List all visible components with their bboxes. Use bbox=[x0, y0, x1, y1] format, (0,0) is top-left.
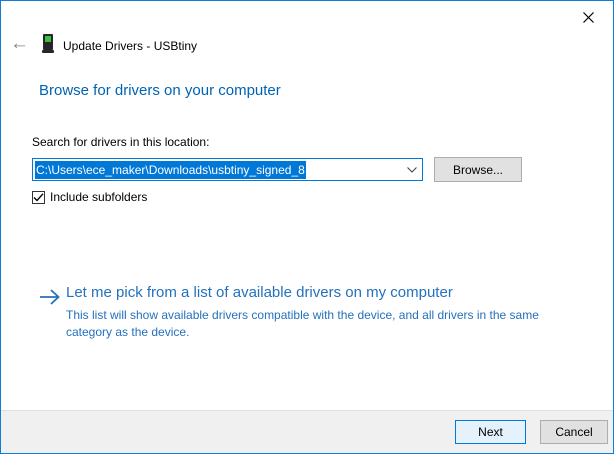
page-title: Browse for drivers on your computer bbox=[39, 82, 281, 99]
location-value[interactable]: C:\Users\ece_maker\Downloads\usbtiny_sig… bbox=[35, 161, 306, 179]
combobox-dropdown-button[interactable] bbox=[402, 160, 421, 179]
next-button[interactable]: Next bbox=[455, 420, 526, 444]
location-label: Search for drivers in this location: bbox=[32, 135, 209, 149]
window-title: Update Drivers - USBtiny bbox=[63, 39, 197, 53]
close-icon bbox=[583, 12, 594, 23]
include-subfolders-label: Include subfolders bbox=[50, 190, 147, 204]
pick-from-list-description: This list will show available drivers co… bbox=[66, 307, 542, 341]
chevron-down-icon bbox=[407, 167, 417, 173]
cancel-button[interactable]: Cancel bbox=[540, 420, 608, 444]
close-button[interactable] bbox=[571, 5, 605, 29]
include-subfolders-checkbox[interactable] bbox=[32, 191, 45, 204]
device-driver-icon bbox=[42, 34, 54, 54]
include-subfolders-row[interactable]: Include subfolders bbox=[32, 190, 147, 204]
browse-button[interactable]: Browse... bbox=[434, 157, 522, 182]
checkmark-icon bbox=[33, 193, 44, 202]
pick-from-list-link[interactable]: Let me pick from a list of available dri… bbox=[66, 284, 453, 301]
right-arrow-icon bbox=[39, 288, 61, 306]
location-combobox[interactable]: C:\Users\ece_maker\Downloads\usbtiny_sig… bbox=[32, 158, 423, 181]
footer-bar: Next Cancel bbox=[1, 410, 613, 453]
back-arrow-icon[interactable]: ← bbox=[10, 34, 29, 54]
update-drivers-dialog: ← Update Drivers - USBtiny Browse for dr… bbox=[0, 0, 614, 454]
